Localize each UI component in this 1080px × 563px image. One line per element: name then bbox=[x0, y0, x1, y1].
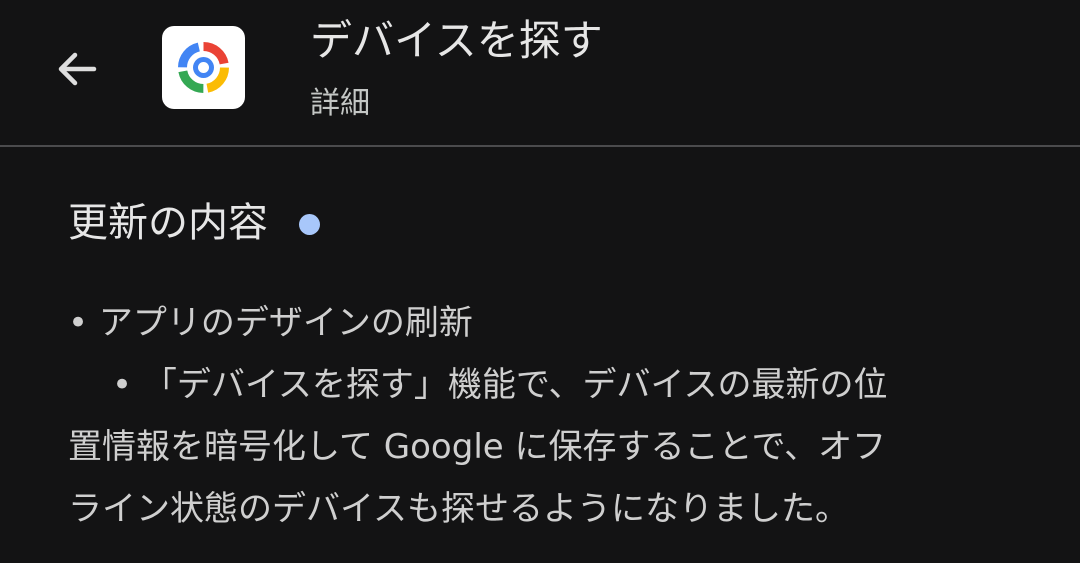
note-line: • 「デバイスを探す」機能で、デバイスの最新の位 bbox=[112, 365, 888, 405]
back-button[interactable] bbox=[44, 36, 110, 102]
note-line: ライン状態のデバイスも探せるようになりました。 bbox=[68, 489, 849, 529]
note-line: • アプリのデザインの刷新 bbox=[68, 303, 473, 343]
app-details-screen: デバイスを探す 詳細 更新の内容 • アプリのデザインの刷新 • 「デバイスを探… bbox=[0, 0, 1080, 563]
find-my-device-icon bbox=[178, 42, 229, 93]
app-icon bbox=[162, 26, 245, 109]
whats-new-heading: 更新の内容 bbox=[68, 194, 320, 252]
update-notes: • アプリのデザインの刷新 • 「デバイスを探す」機能で、デバイスの最新の位 置… bbox=[68, 292, 1018, 540]
arrow-left-icon bbox=[58, 52, 97, 86]
page-subtitle: 詳細 bbox=[310, 86, 370, 121]
section-title: 更新の内容 bbox=[68, 200, 268, 246]
new-indicator-dot bbox=[299, 213, 320, 235]
header-divider bbox=[0, 145, 1080, 147]
app-title: デバイスを探す bbox=[310, 16, 603, 65]
top-app-bar: デバイスを探す 詳細 bbox=[0, 0, 1080, 146]
note-line: 置情報を暗号化して Google に保存することで、オフ bbox=[68, 427, 887, 467]
